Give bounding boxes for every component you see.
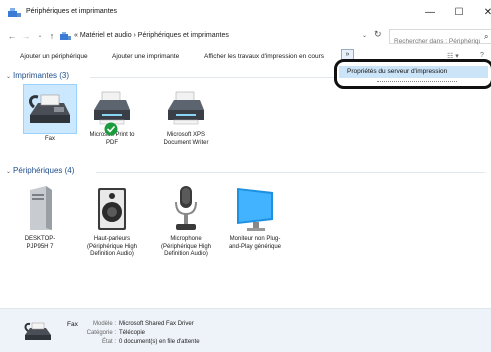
device-label: Haut-parleurs (Périphérique High Definit… <box>86 236 138 257</box>
state-label: État : <box>101 339 116 345</box>
control-panel-icon <box>60 32 71 40</box>
speaker-icon-wrap <box>90 184 134 234</box>
print-jobs-button[interactable]: Afficher les travaux d'impression en cou… <box>204 53 324 60</box>
maximize-button[interactable]: ☐ <box>449 4 469 22</box>
refresh-icon[interactable]: ↻ <box>374 29 382 40</box>
device-item-monitor[interactable]: Moniteur non Plug-and-Play générique <box>226 184 284 251</box>
device-item-speakers[interactable]: Haut-parleurs (Périphérique High Definit… <box>83 184 141 259</box>
fax-icon-wrap <box>23 84 77 134</box>
menu-divider <box>377 81 457 85</box>
printer-label: Microsoft XPS Document Writer <box>163 132 209 146</box>
search-box[interactable]: ⌕ <box>389 29 491 48</box>
add-device-button[interactable]: Ajouter un périphérique <box>20 53 88 60</box>
fax-icon <box>24 322 51 340</box>
category-value: Télécopie <box>119 330 146 336</box>
add-printer-button[interactable]: Ajouter une imprimante <box>112 53 179 60</box>
breadcrumb[interactable]: « Matériel et audio › Périphériques et i… <box>60 29 365 44</box>
up-button[interactable]: ↑ <box>46 30 58 42</box>
printer-item-print-to-pdf[interactable]: Microsoft Print to PDF <box>83 88 141 147</box>
printers-section-label: Imprimantes (3) <box>13 71 70 80</box>
state-value: 0 document(s) en file d'attente <box>119 339 200 345</box>
speaker-icon <box>98 188 126 230</box>
forward-button[interactable]: → <box>20 30 32 42</box>
printer-item-xps-writer[interactable]: Microsoft XPS Document Writer <box>157 88 215 147</box>
window-title: Périphériques et imprimantes <box>26 8 118 15</box>
devices-printers-icon <box>8 8 21 17</box>
printer-item-fax[interactable]: Fax <box>20 84 80 144</box>
breadcrumb-path[interactable]: « Matériel et audio › Périphériques et i… <box>74 32 229 39</box>
printer-label: Fax <box>44 136 55 142</box>
microphone-icon-wrap <box>164 184 208 234</box>
computer-tower-icon-wrap <box>18 184 62 234</box>
category-label: Catégorie : <box>86 330 116 336</box>
printer-icon-wrap <box>164 88 208 130</box>
recent-locations-button[interactable]: ⌄ <box>34 30 46 42</box>
computer-tower-icon <box>30 186 52 230</box>
help-icon[interactable]: ? <box>480 52 484 59</box>
devices-section-header[interactable]: ⌄ Périphériques (4) <box>6 166 74 175</box>
chevron-down-icon: ⌄ <box>6 74 12 80</box>
device-label: Moniteur non Plug-and-Play générique <box>228 236 282 250</box>
device-item-desktop[interactable]: DESKTOP-PJP95H 7 <box>16 184 64 251</box>
printer-icon <box>168 91 204 125</box>
device-item-microphone[interactable]: Microphone (Périphérique High Definition… <box>157 184 215 259</box>
microphone-icon <box>175 186 197 230</box>
minimize-button[interactable]: — <box>420 4 440 22</box>
fax-icon <box>29 94 70 123</box>
print-server-properties-menu-item[interactable]: Propriétés du serveur d'impression <box>339 66 488 78</box>
overflow-menu: Propriétés du serveur d'impression <box>334 59 491 89</box>
model-label: Modèle : <box>92 321 116 327</box>
search-icon[interactable]: ⌕ <box>484 32 488 42</box>
device-label: Microphone (Périphérique High Definition… <box>160 236 212 257</box>
devices-section-label: Périphériques (4) <box>13 166 75 175</box>
section-divider <box>96 172 485 173</box>
model-value: Microsoft Shared Fax Driver <box>119 321 194 327</box>
printers-section-header[interactable]: ⌄ Imprimantes (3) <box>6 71 69 80</box>
chevron-down-icon: ⌄ <box>6 169 12 175</box>
printer-icon-wrap <box>90 88 134 136</box>
address-bar: ← → ⌄ ↑ « Matériel et audio › Périphériq… <box>0 26 491 48</box>
monitor-icon <box>237 188 273 231</box>
device-label: DESKTOP-PJP95H 7 <box>24 236 56 250</box>
close-button[interactable]: ✕ <box>478 4 491 22</box>
address-dropdown-icon[interactable]: ⌄ <box>362 32 367 39</box>
back-button[interactable]: ← <box>6 30 18 42</box>
details-pane: Fax Modèle : Microsoft Shared Fax Driver… <box>0 308 491 352</box>
monitor-icon-wrap <box>233 184 277 234</box>
default-printer-check-icon <box>104 122 118 136</box>
title-bar: Périphériques et imprimantes — ☐ ✕ <box>0 0 491 26</box>
